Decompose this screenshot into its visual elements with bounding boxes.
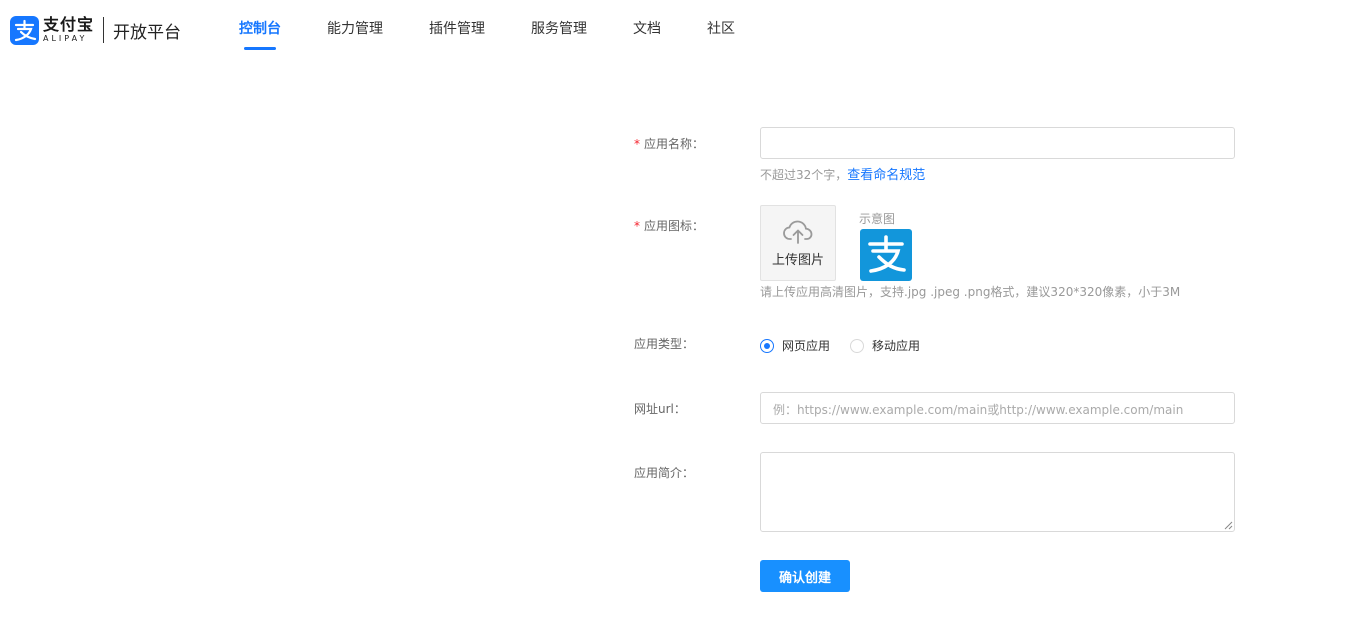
platform-title: 开放平台 [113, 22, 182, 43]
cloud-upload-icon [783, 220, 813, 244]
nav-item-label: 能力管理 [327, 21, 383, 37]
nav-item-label: 插件管理 [429, 21, 485, 37]
confirm-create-button[interactable]: 确认创建 [760, 560, 850, 592]
alipay-logo[interactable]: 支付宝 ALIPAY 开放平台 [10, 14, 181, 46]
url-input[interactable]: 例：https://www.example.com/main或http://ww… [760, 392, 1235, 424]
sample-label: 示意图 [859, 212, 896, 226]
app-type-label: 应用类型： [634, 337, 695, 351]
nav-item-capability[interactable]: 能力管理 [327, 0, 383, 60]
nav-item-plugin[interactable]: 插件管理 [429, 0, 485, 60]
logo-cn-text: 支付宝 [43, 15, 95, 34]
nav-item-label: 社区 [707, 21, 735, 37]
required-mark: * [634, 137, 640, 151]
nav-item-label: 控制台 [239, 21, 281, 37]
alipay-logo-icon [860, 229, 912, 281]
intro-label: 应用简介： [634, 466, 695, 480]
active-indicator [244, 47, 276, 50]
url-placeholder: 例：https://www.example.com/main或http://ww… [773, 403, 1184, 417]
top-header: 支付宝 ALIPAY 开放平台 控制台 能力管理 插件管理 服务管理 文档 社区 [0, 0, 1348, 60]
radio-mobile-app-label: 移动应用 [872, 339, 921, 353]
intro-textarea[interactable] [760, 452, 1235, 532]
nav-item-service[interactable]: 服务管理 [531, 0, 587, 60]
alipay-logo-icon [10, 15, 39, 45]
app-icon-label-text: 应用图标： [644, 219, 705, 233]
app-name-label-text: 应用名称： [644, 137, 705, 151]
app-name-hint-text: 不超过32个字， [760, 168, 848, 182]
app-icon-label: * 应用图标： [634, 217, 704, 234]
nav-item-community[interactable]: 社区 [707, 0, 735, 60]
upload-image-button[interactable]: 上传图片 [760, 205, 836, 281]
radio-web-app[interactable]: 网页应用 [760, 337, 830, 354]
radio-circle-checked [760, 338, 774, 353]
nav-item-docs[interactable]: 文档 [633, 0, 661, 60]
logo-divider [103, 17, 105, 43]
nav-item-label: 服务管理 [531, 21, 587, 37]
radio-mobile-app[interactable]: 移动应用 [850, 337, 920, 354]
radio-web-app-label: 网页应用 [782, 339, 831, 353]
app-name-label: * 应用名称： [634, 135, 704, 152]
main-nav: 控制台 能力管理 插件管理 服务管理 文档 社区 [239, 0, 735, 60]
app-name-input[interactable] [760, 127, 1235, 159]
app-icon-hint: 请上传应用高清图片，支持.jpg .jpeg .png格式，建议320*320像… [760, 285, 1181, 299]
radio-circle [850, 338, 864, 353]
resize-handle-icon[interactable] [1224, 521, 1233, 530]
nav-item-console[interactable]: 控制台 [239, 0, 281, 60]
required-mark: * [634, 219, 640, 233]
naming-rules-link[interactable]: 查看命名规范 [847, 168, 925, 183]
upload-image-label: 上传图片 [771, 252, 824, 268]
nav-item-label: 文档 [633, 21, 661, 37]
logo-en-text: ALIPAY [43, 34, 88, 43]
app-name-hint: 不超过32个字，查看命名规范 [760, 164, 925, 183]
url-label: 网址url： [634, 402, 686, 416]
